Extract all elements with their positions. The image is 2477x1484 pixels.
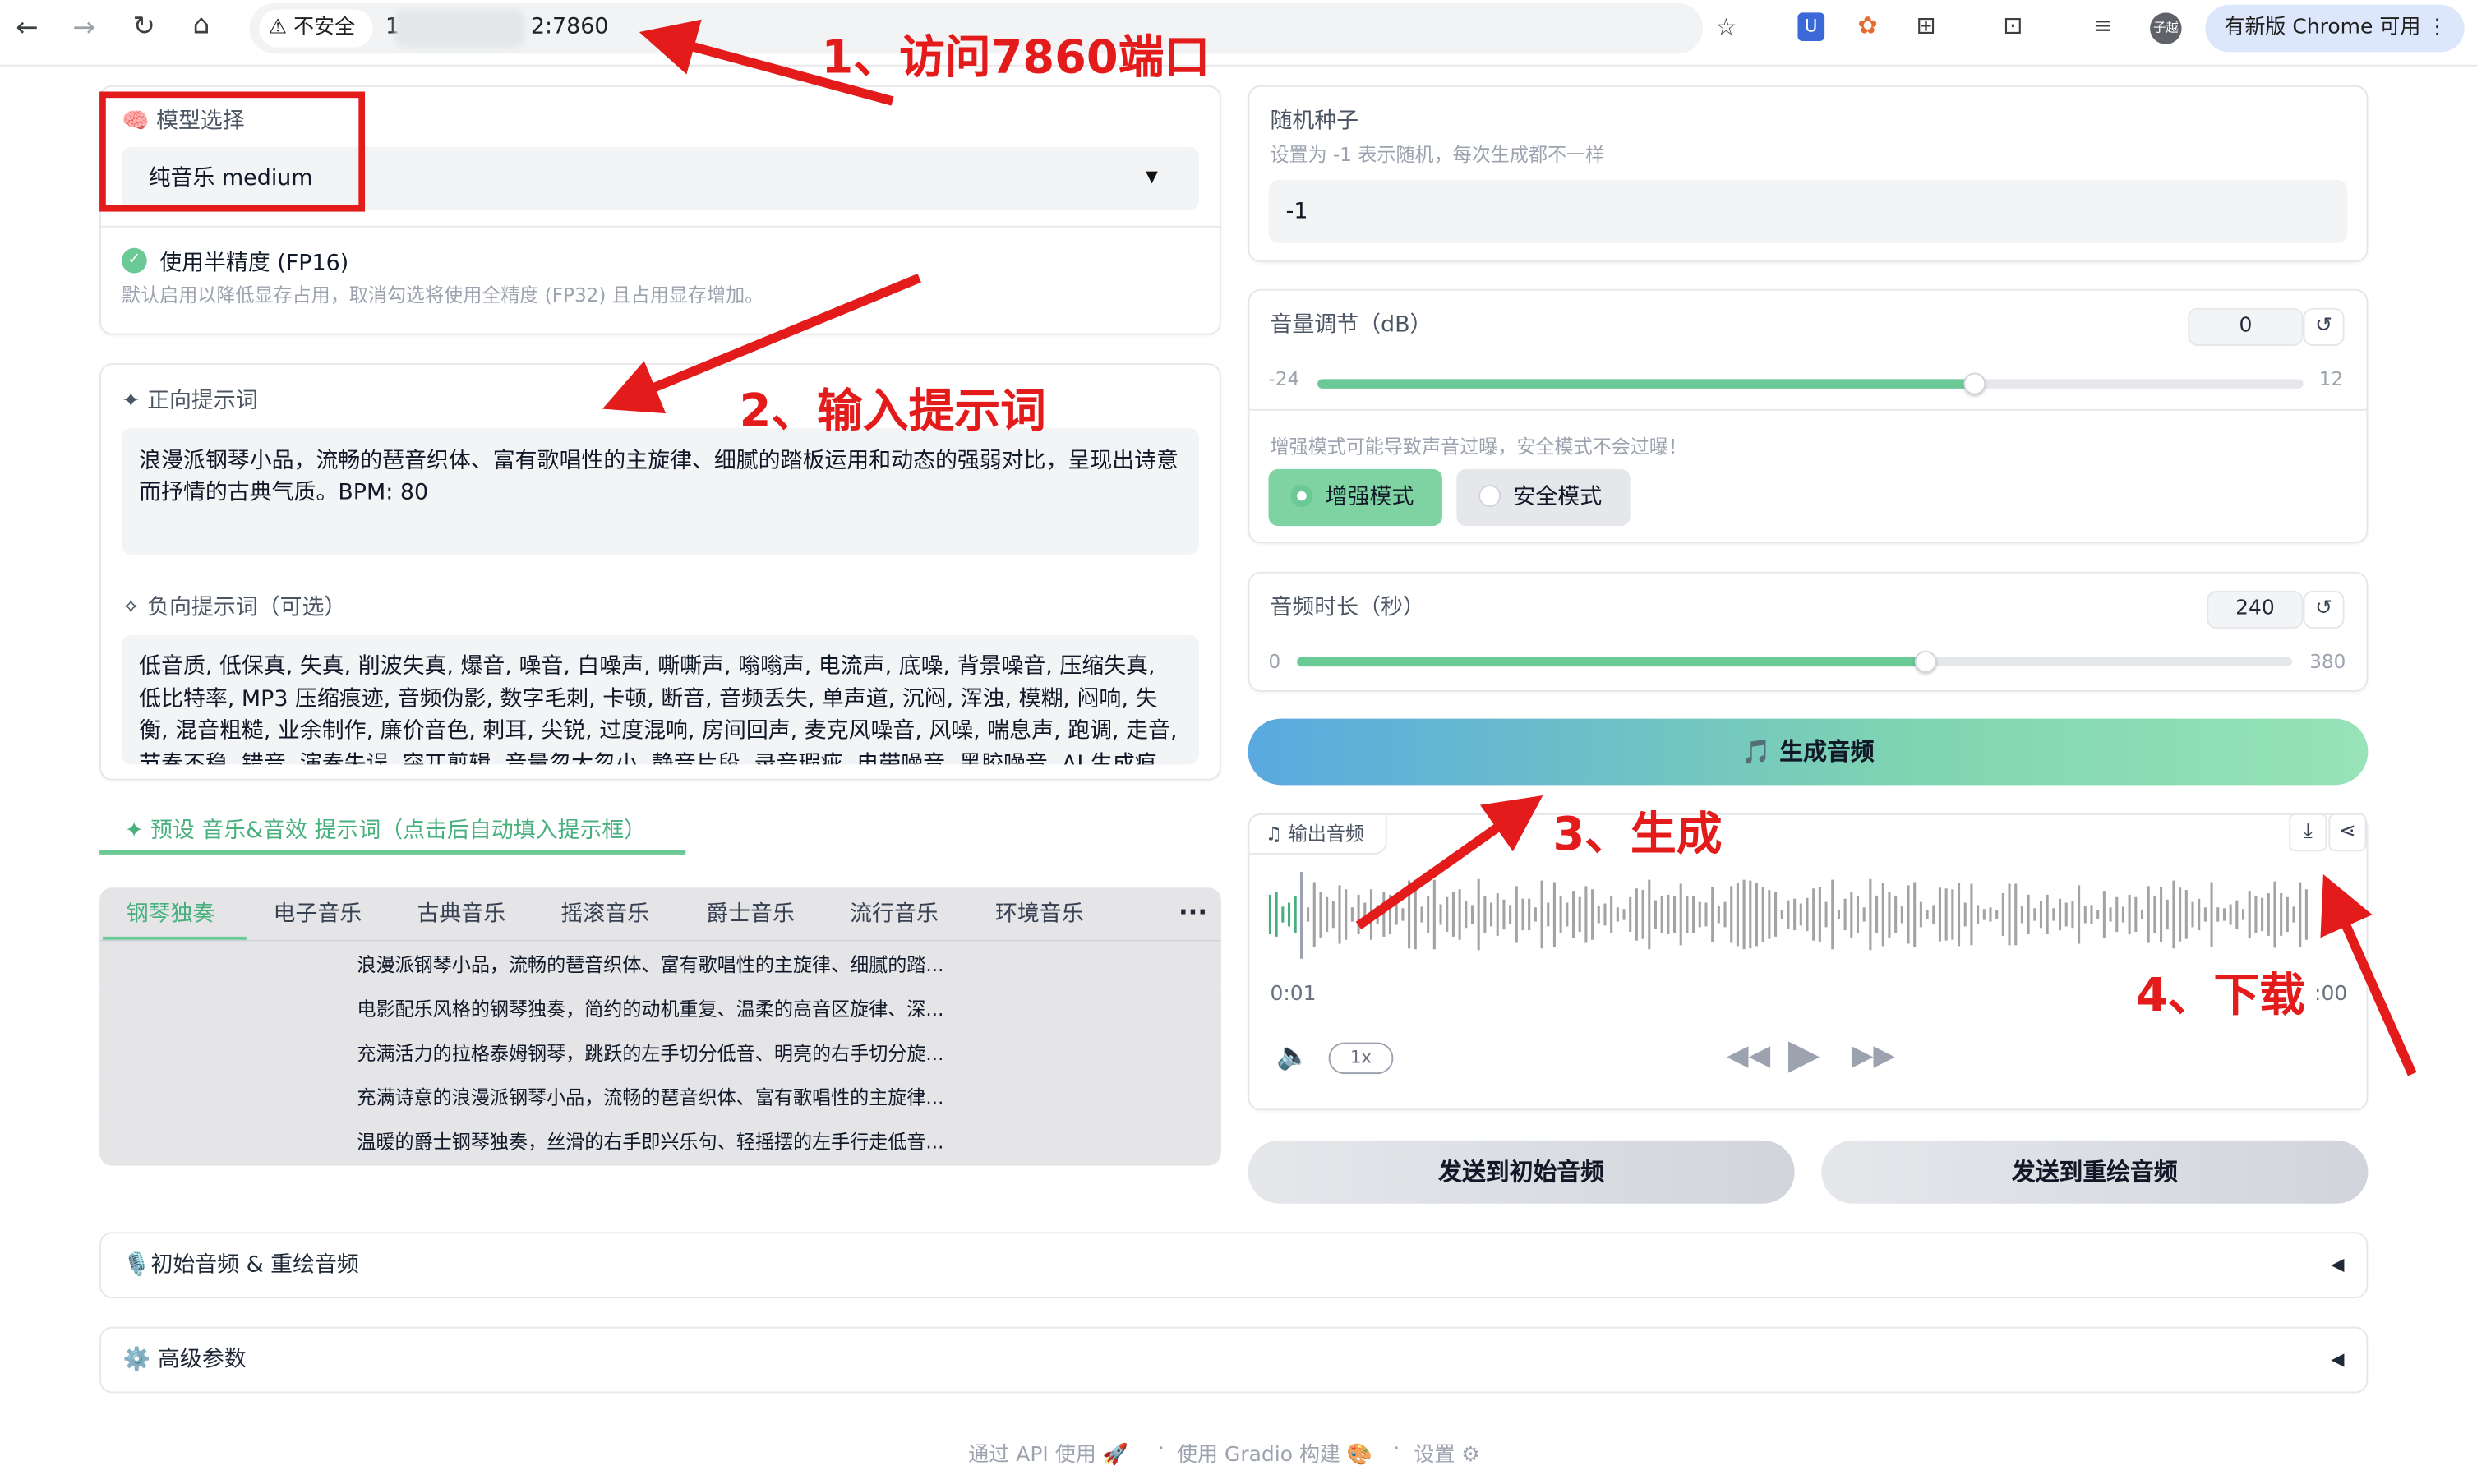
annotation-step4: 4、下载 (2135, 968, 2305, 1022)
annotation-arrows (602, 19, 2417, 1076)
annotation-step1: 1、访问7860端口 (821, 30, 1211, 84)
arrow-step4 (2320, 874, 2417, 1076)
annotation-step3: 3、生成 (1552, 807, 1723, 861)
annotation-step2: 2、输入提示词 (739, 384, 1046, 438)
arrow-step3 (1355, 795, 1543, 930)
